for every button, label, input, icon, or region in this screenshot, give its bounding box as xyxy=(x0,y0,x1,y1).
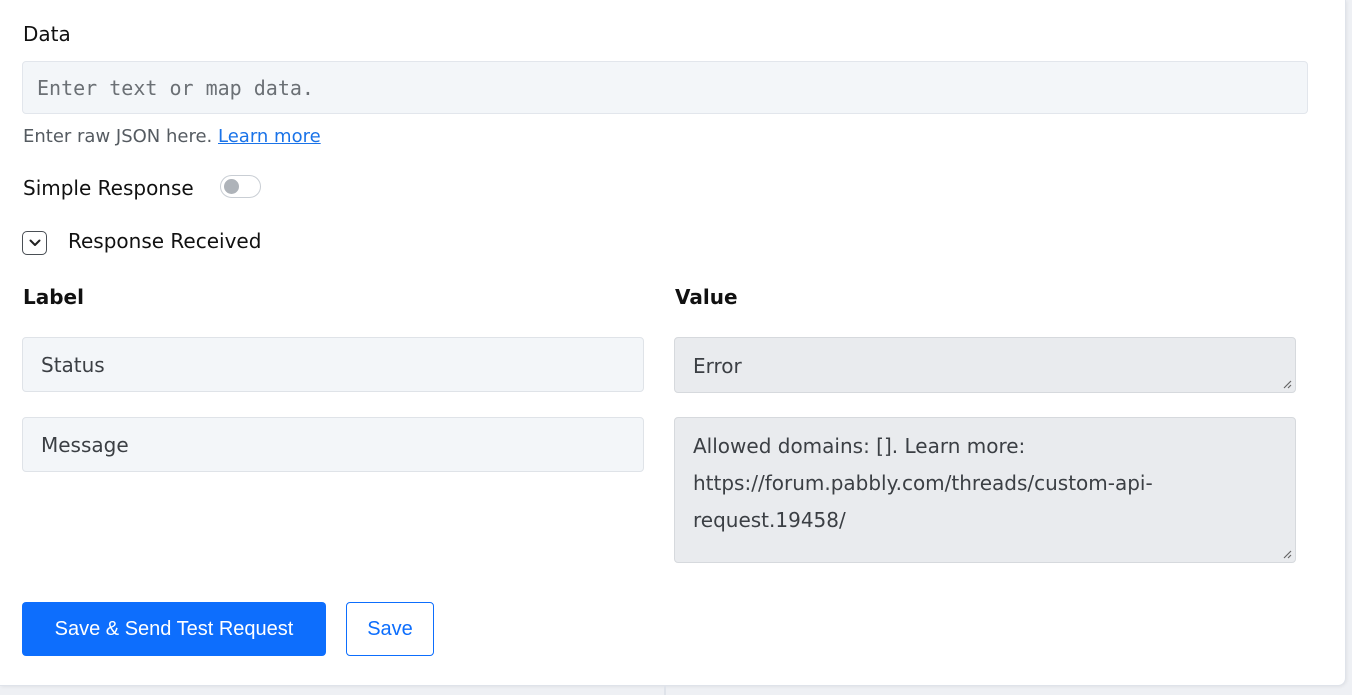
data-helper-text: Enter raw JSON here. Learn more xyxy=(23,126,321,147)
toggle-knob xyxy=(224,179,239,194)
resize-grip-icon[interactable] xyxy=(1282,549,1292,559)
response-label-text: Status xyxy=(41,352,105,377)
simple-response-toggle[interactable] xyxy=(220,175,261,198)
response-value-text: Allowed domains: []. Learn more: https:/… xyxy=(693,434,1153,532)
response-received-toggle[interactable] xyxy=(22,231,47,255)
response-label-text: Message xyxy=(41,432,129,457)
response-label-field[interactable]: Message xyxy=(22,417,644,472)
data-label: Data xyxy=(23,22,71,46)
divider xyxy=(664,686,666,695)
response-value-text: Error xyxy=(693,354,742,378)
chevron-down-icon xyxy=(29,239,40,246)
form-panel: Data Enter raw JSON here. Learn more Sim… xyxy=(0,0,1346,686)
data-input[interactable] xyxy=(22,61,1308,114)
save-button[interactable]: Save xyxy=(346,602,434,656)
value-column-header: Value xyxy=(675,285,738,309)
helper-text: Enter raw JSON here. xyxy=(23,126,213,147)
label-column-header: Label xyxy=(23,285,84,309)
response-received-label: Response Received xyxy=(68,229,262,253)
response-label-field[interactable]: Status xyxy=(22,337,644,392)
resize-grip-icon[interactable] xyxy=(1282,379,1292,389)
response-value-field[interactable]: Error xyxy=(674,337,1296,393)
save-and-send-test-request-button[interactable]: Save & Send Test Request xyxy=(22,602,326,656)
learn-more-link[interactable]: Learn more xyxy=(218,126,321,147)
simple-response-label: Simple Response xyxy=(23,176,194,200)
response-value-field[interactable]: Allowed domains: []. Learn more: https:/… xyxy=(674,417,1296,563)
